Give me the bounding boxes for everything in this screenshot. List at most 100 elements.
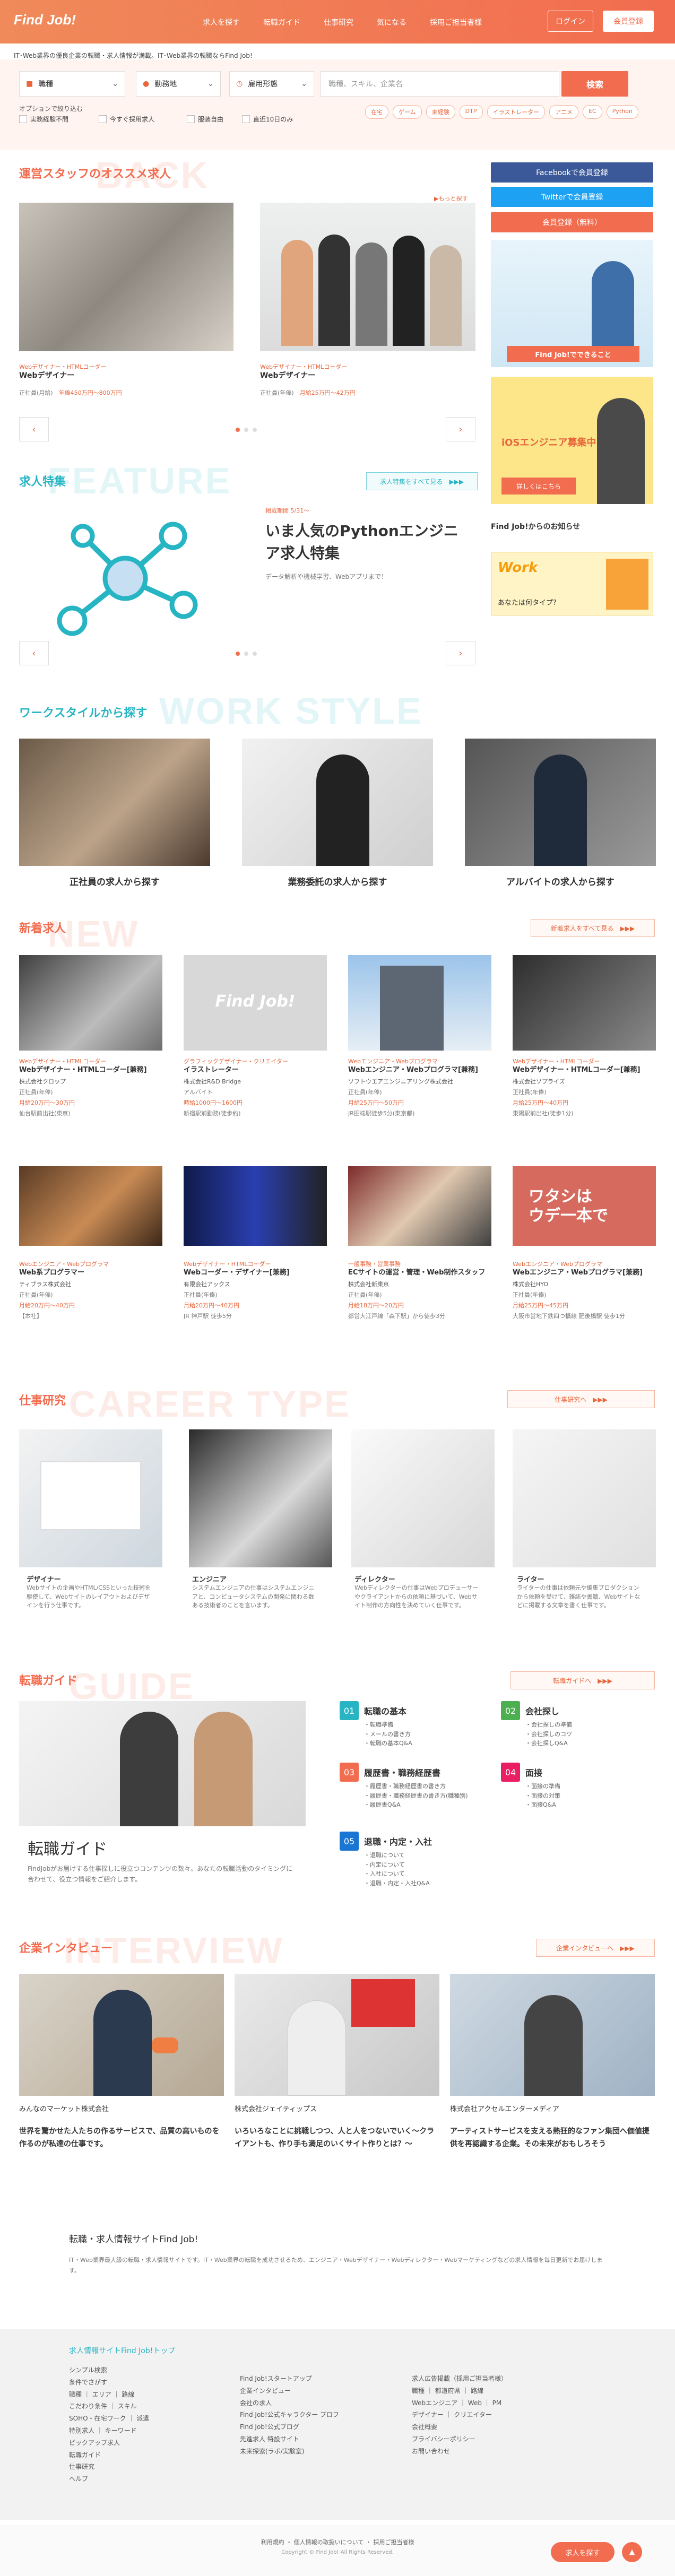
feature-more-button[interactable]: 求人特集をすべて見る ▶▶▶ xyxy=(366,472,478,490)
job-card[interactable]: 一般事務・営業事務 ECサイトの運営・管理・Web制作スタッフ 株式会社新東京 正社員… xyxy=(348,1260,491,1320)
research-image[interactable] xyxy=(19,1429,162,1567)
job-photo[interactable] xyxy=(260,203,475,351)
location-select[interactable]: ● 勤務地 ⌄ xyxy=(136,71,221,97)
chip[interactable]: 在宅 xyxy=(365,105,388,119)
job-card[interactable]: Webエンジニア・Webプログラマ Web系プログラマー ティブラス株式会社 正社員(… xyxy=(19,1260,162,1320)
chip[interactable]: Python xyxy=(606,105,638,119)
job-photo[interactable] xyxy=(19,955,162,1051)
job-photo[interactable] xyxy=(19,1166,162,1246)
option-no-experience[interactable]: 実務経験不問 xyxy=(19,115,68,124)
job-photo[interactable] xyxy=(513,955,656,1051)
email-register-button[interactable]: 会員登録（無料） xyxy=(491,212,653,232)
search-button[interactable]: 検索 xyxy=(561,71,628,97)
ad-banner[interactable]: iOSエンジニア募集中! 詳しくはこちら xyxy=(491,377,653,504)
guide-image[interactable] xyxy=(19,1701,306,1826)
prev-arrow-icon[interactable]: ‹ xyxy=(19,641,49,665)
guide-item[interactable]: 02 会社探し ・会社探しの準備 ・会社探しのコツ ・会社探しQ&A xyxy=(501,1701,639,1748)
research-item[interactable]: ディレクター Webディレクターの仕事はWebプロデューサーやクライアントからの依… xyxy=(354,1574,482,1610)
interview-company[interactable]: 株式会社アクセルエンターメディア xyxy=(450,2103,559,2113)
research-item[interactable]: エンジニア システムエンジニアの仕事はシステムエンジニアと、コンピュータシステムの… xyxy=(192,1574,319,1610)
employment-select[interactable]: ◷ 雇用形態 ⌄ xyxy=(229,71,314,97)
research-item[interactable]: ライター ライターの仕事は依頼元や編集プロダクションから依頼を受けて、雑誌や書籍、… xyxy=(517,1574,644,1610)
guide-item[interactable]: 05 退職・内定・入社 ・退職について ・内定について ・入社について ・退職・内定・入社… xyxy=(340,1832,478,1888)
nav-recruiter[interactable]: 採用ご担当者様 xyxy=(430,17,482,28)
ad-banner[interactable]: Find Job!でできること xyxy=(491,240,653,367)
chip[interactable]: EC xyxy=(583,105,602,119)
interview-text[interactable]: 世界を驚かせた人たちの作るサービスで、品質の高いものを作るのが私達の仕事です。 xyxy=(19,2126,224,2151)
job-card[interactable]: グラフィックデザイナー・クリエイター イラストレーター 株式会社R&D Bridge… xyxy=(184,1057,327,1117)
job-photo[interactable]: Find Job! xyxy=(184,955,327,1051)
chip[interactable]: アニメ xyxy=(549,105,579,119)
job-card[interactable]: Webデザイナー・HTMLコーダー Webデザイナー・HTMLコーダー[兼務] 株式… xyxy=(513,1057,656,1117)
chip[interactable]: DTP xyxy=(459,105,483,119)
recommend-card[interactable]: Webデザイナー・HTMLコーダー Webデザイナー 正社員(年俸) 月給25万… xyxy=(260,363,356,397)
register-button[interactable]: 会員登録 xyxy=(603,11,654,32)
job-photo[interactable]: ワタシは ウデ一本で xyxy=(513,1166,656,1246)
research-item[interactable]: デザイナー Webサイトの企画やHTML/CSSといった技術を駆使して、Webサイ… xyxy=(27,1574,154,1610)
interview-image[interactable] xyxy=(19,1974,224,2096)
job-photo[interactable] xyxy=(19,203,233,351)
guide-item[interactable]: 01 転職の基本 ・転職準備 ・メールの書き方 ・転職の基本Q&A xyxy=(340,1701,478,1748)
interview-image[interactable] xyxy=(235,1974,439,2096)
job-type-select[interactable]: ■ 職種 ⌄ xyxy=(19,71,125,97)
next-arrow-icon[interactable]: › xyxy=(446,641,475,665)
next-arrow-icon[interactable]: › xyxy=(446,417,475,441)
research-image[interactable] xyxy=(351,1429,495,1567)
workstyle-fulltime-image[interactable] xyxy=(19,739,210,866)
guide-more-button[interactable]: 転職ガイドへ ▶▶▶ xyxy=(510,1671,655,1689)
guide-item[interactable]: 04 面接 ・面接の準備 ・面接の対策 ・面接Q&A xyxy=(501,1763,639,1810)
option-recent[interactable]: 直近10日のみ xyxy=(242,115,293,124)
options-label: オプションで絞り込む xyxy=(19,105,83,112)
section-bg-text: WORK STYLE xyxy=(159,690,423,732)
workstyle-parttime-image[interactable] xyxy=(465,739,656,866)
prev-arrow-icon[interactable]: ‹ xyxy=(19,417,49,441)
option-urgent[interactable]: 今すぐ採用求人 xyxy=(99,115,154,124)
main-nav: 求人を探す 転職ガイド 仕事研究 気になる 採用ご担当者様 xyxy=(203,17,482,28)
keyword-input[interactable]: 職種、スキル、企業名 xyxy=(321,71,559,97)
job-photo[interactable] xyxy=(348,955,491,1051)
guide-item[interactable]: 03 履歴書・職務経歴書 ・履歴書・職務経歴書の書き方 ・履歴書・職務経歴書の書き方(… xyxy=(340,1763,478,1810)
job-card[interactable]: Webエンジニア・Webプログラマ Webエンジニア・Webプログラマ[兼務] 株式… xyxy=(513,1260,656,1320)
interview-text[interactable]: いろいろなことに挑戦しつつ、人と人をつないでいく〜クライアントも、作り手も満足の… xyxy=(235,2126,439,2151)
workstyle-contract-link[interactable]: 業務委託の求人から探す xyxy=(242,874,433,888)
more-link[interactable]: ▶もっと探す xyxy=(434,194,468,203)
research-image[interactable] xyxy=(189,1429,332,1567)
feature-headline[interactable]: いま人気のPythonエンジニア求人特集 xyxy=(265,520,472,565)
chip[interactable]: 未経験 xyxy=(426,105,455,119)
workstyle-contract-image[interactable] xyxy=(242,739,433,866)
job-card[interactable]: Webエンジニア・Webプログラマ Webエンジニア・Webプログラマ[兼務] ソフ… xyxy=(348,1057,491,1117)
page-top-icon[interactable]: ▲ xyxy=(622,2542,642,2562)
feature-image[interactable] xyxy=(19,499,233,653)
interview-more-button[interactable]: 企業インタビューへ ▶▶▶ xyxy=(536,1939,655,1957)
facebook-register-button[interactable]: Facebookで会員登録 xyxy=(491,162,653,183)
job-photo[interactable] xyxy=(348,1166,491,1246)
interview-text[interactable]: アーティストサービスを支える熱狂的なファン集団へ価値提供を再認識する企業。その未… xyxy=(450,2126,655,2151)
recommend-card[interactable]: Webデザイナー・HTMLコーダー Webデザイナー 正社員(月給) 年俸450… xyxy=(19,363,122,397)
newjobs-more-button[interactable]: 新着求人をすべて見る ▶▶▶ xyxy=(531,919,655,937)
interview-image[interactable] xyxy=(450,1974,655,2096)
job-card[interactable]: Webデザイナー・HTMLコーダー Webコーダー・デザイナー[兼務] 有限会社アッ… xyxy=(184,1260,327,1320)
job-photo[interactable] xyxy=(184,1166,327,1246)
login-button[interactable]: ログイン xyxy=(548,11,593,32)
logo[interactable]: Find Job! xyxy=(14,12,76,28)
chip[interactable]: イラストレーター xyxy=(487,105,546,119)
job-card[interactable]: Webデザイナー・HTMLコーダー Webデザイナー・HTMLコーダー[兼務] 株式… xyxy=(19,1057,162,1117)
workstyle-parttime-link[interactable]: アルバイトの求人から探す xyxy=(465,874,656,888)
ad-banner[interactable]: Work あなたは何タイプ? xyxy=(491,552,653,615)
twitter-register-button[interactable]: Twitterで会員登録 xyxy=(491,187,653,207)
nav-guide[interactable]: 転職ガイド xyxy=(263,17,300,28)
research-more-button[interactable]: 仕事研究へ ▶▶▶ xyxy=(507,1390,655,1408)
interview-company[interactable]: 株式会社ジェイティップス xyxy=(235,2103,317,2113)
nav-research[interactable]: 仕事研究 xyxy=(324,17,353,28)
bottom-search-button[interactable]: 求人を探す xyxy=(551,2542,615,2562)
option-dress-free[interactable]: 服装自由 xyxy=(187,115,223,124)
nav-search[interactable]: 求人を探す xyxy=(203,17,240,28)
chip[interactable]: ゲーム xyxy=(393,105,422,119)
interview-company[interactable]: みんなのマーケット株式会社 xyxy=(19,2103,109,2113)
research-image[interactable] xyxy=(513,1429,656,1567)
footer-title[interactable]: 求人情報サイトFind Job!トップ xyxy=(69,2345,175,2356)
section-bg-text: FEATURE xyxy=(48,460,232,501)
workstyle-fulltime-link[interactable]: 正社員の求人から探す xyxy=(19,874,210,888)
nav-favorite[interactable]: 気になる xyxy=(377,17,406,28)
news-title[interactable]: Find Job!からのお知らせ xyxy=(491,521,580,532)
